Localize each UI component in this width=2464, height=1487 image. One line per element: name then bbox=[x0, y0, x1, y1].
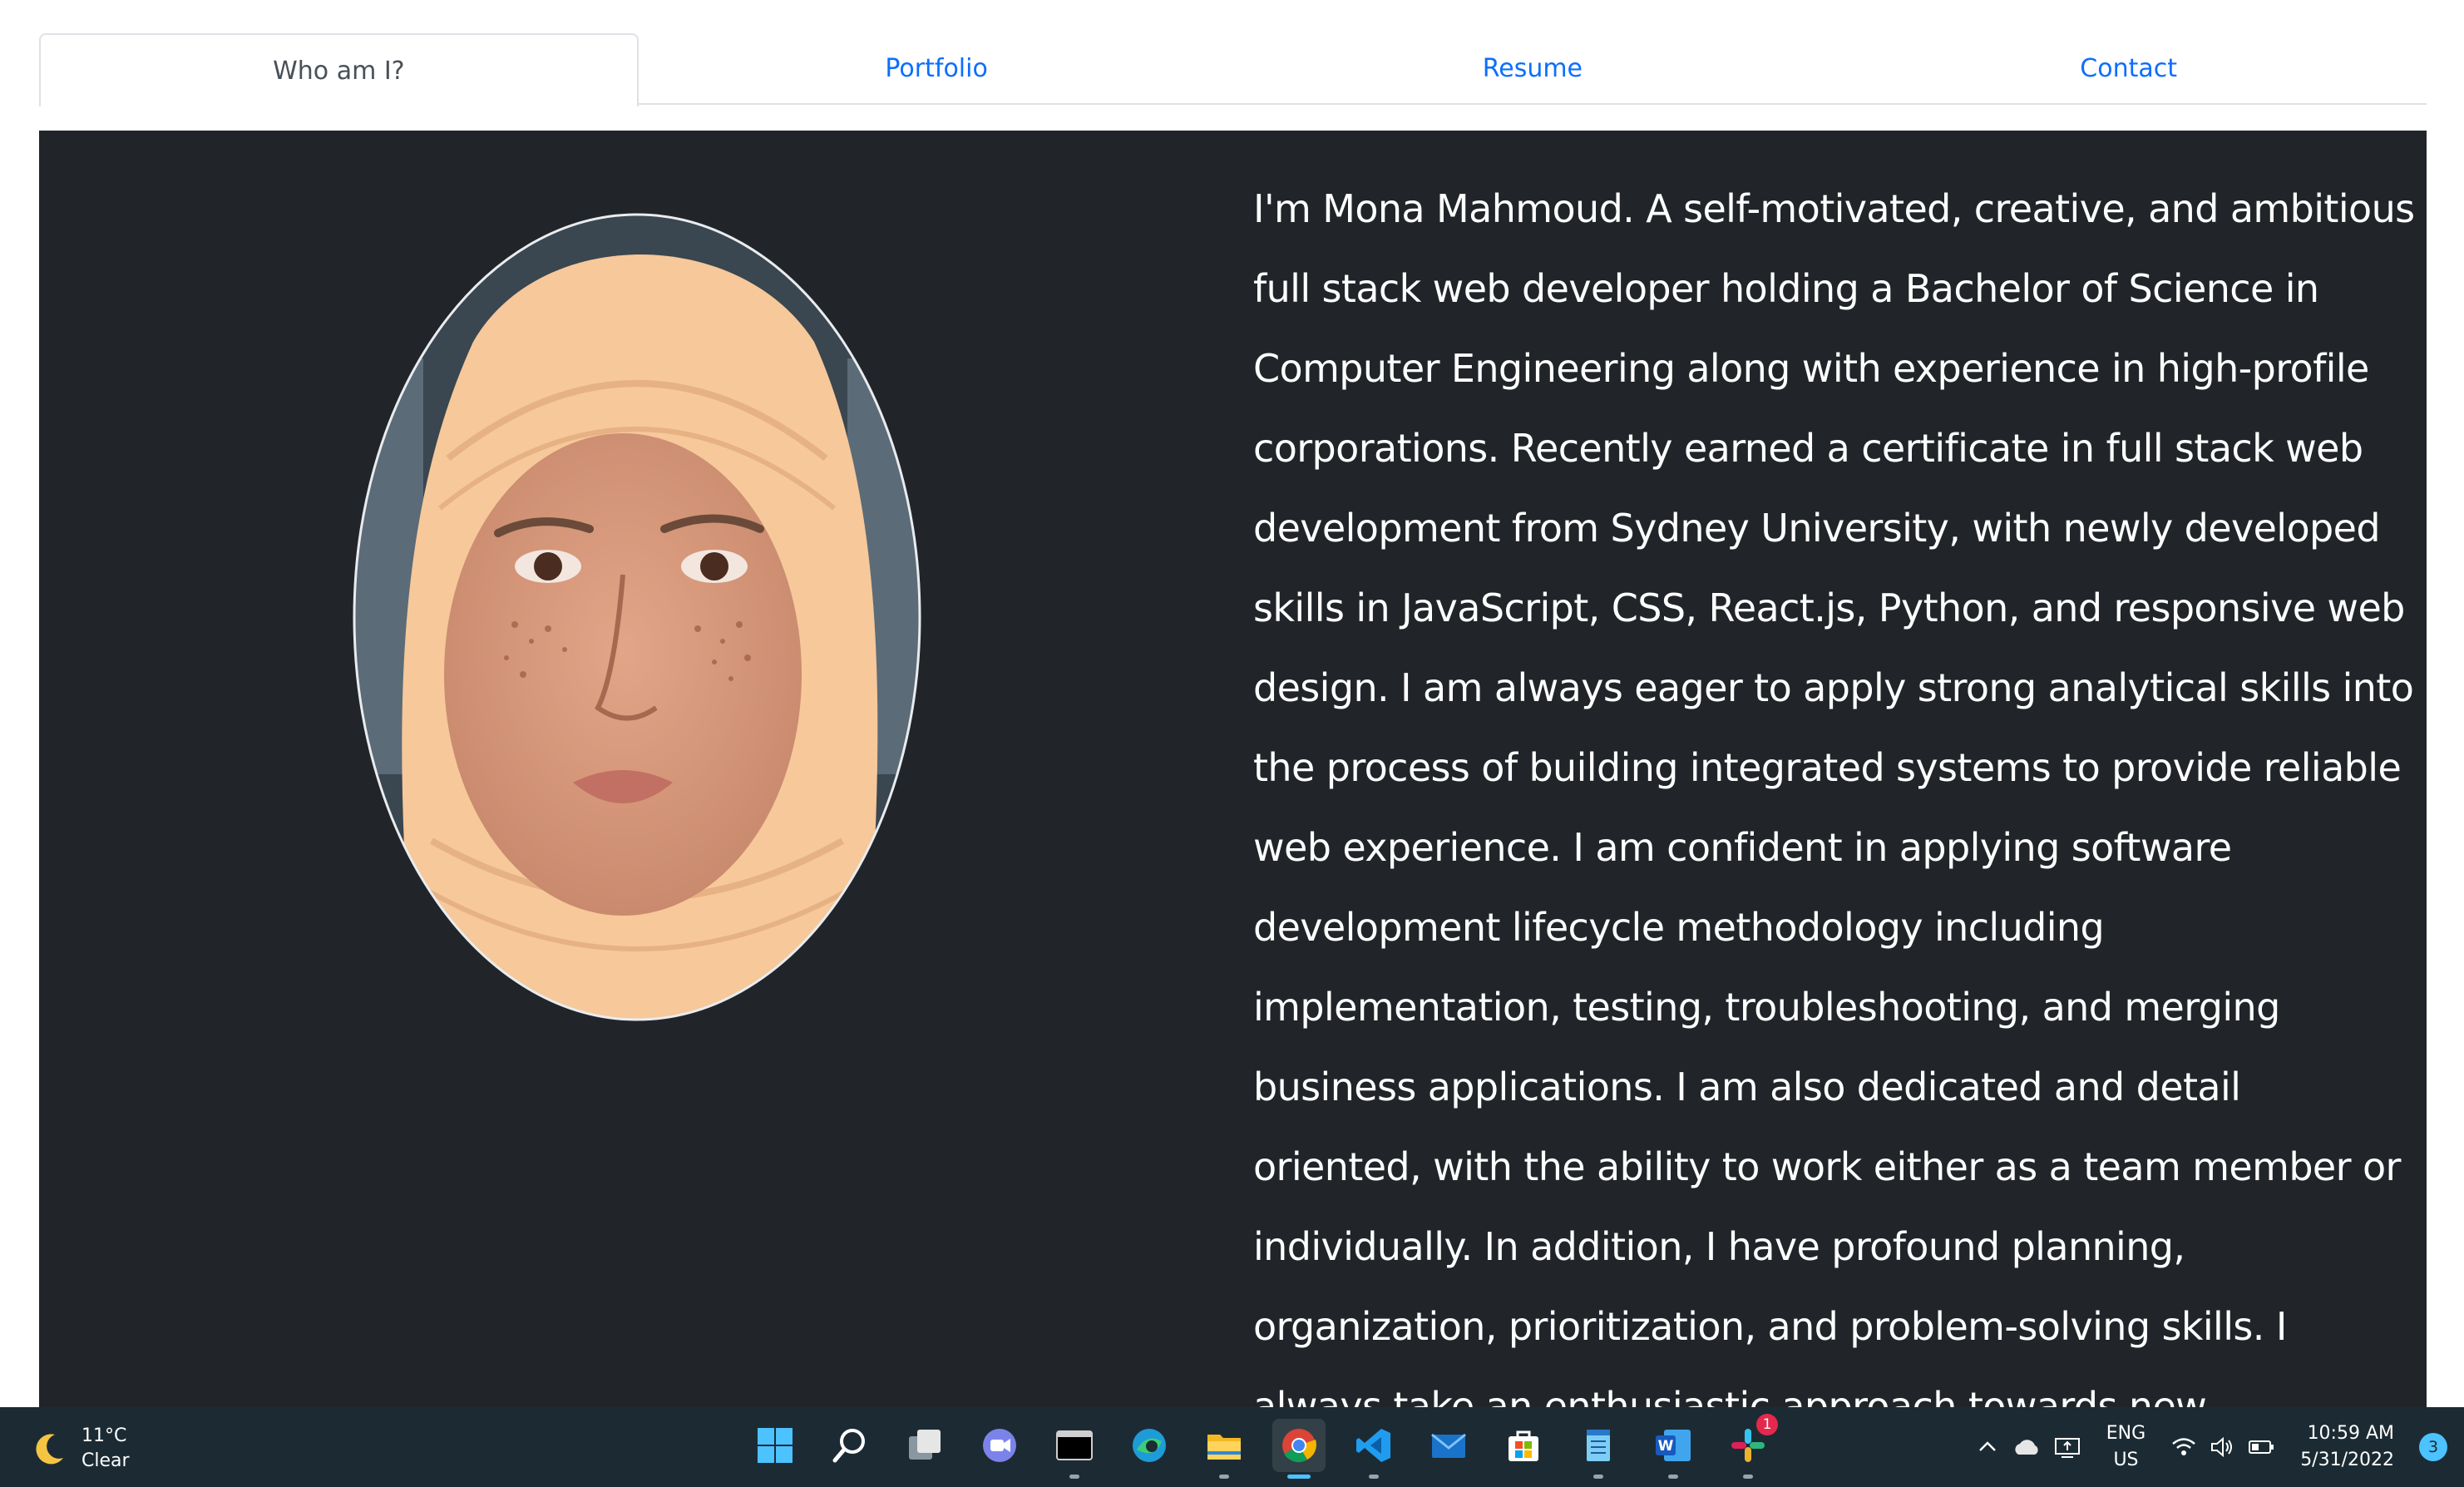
language-region: US bbox=[2113, 1450, 2139, 1470]
clock[interactable]: 10:59 AM 5/31/2022 bbox=[2300, 1420, 2394, 1474]
weather-condition: Clear bbox=[81, 1450, 130, 1471]
vscode-button[interactable] bbox=[1347, 1419, 1400, 1479]
tab-portfolio[interactable]: Portfolio bbox=[639, 33, 1235, 103]
file-explorer-icon bbox=[1207, 1435, 1241, 1460]
moon-icon bbox=[36, 1434, 63, 1465]
running-indicator bbox=[1369, 1475, 1379, 1479]
search-icon bbox=[832, 1429, 865, 1463]
volume-icon bbox=[2211, 1436, 2233, 1458]
windows-taskbar: 11°C Clear W 1 ENG US 10:59 AM 5/31/2022… bbox=[0, 1407, 2464, 1487]
clock-date: 5/31/2022 bbox=[2300, 1450, 2394, 1470]
mail-icon bbox=[1431, 1433, 1466, 1458]
notepad-icon bbox=[1587, 1430, 1610, 1461]
chrome-icon bbox=[1282, 1429, 1316, 1463]
vscode-icon bbox=[1356, 1429, 1390, 1462]
notification-center-badge[interactable]: 3 bbox=[2419, 1433, 2447, 1461]
notepad-button[interactable] bbox=[1572, 1419, 1625, 1479]
onedrive-cloud-icon[interactable] bbox=[2012, 1435, 2042, 1460]
running-indicator bbox=[1743, 1475, 1753, 1479]
profile-photo-illustration bbox=[353, 213, 921, 1021]
terminal-icon bbox=[1056, 1430, 1093, 1460]
wifi-icon bbox=[2172, 1438, 2195, 1455]
word-icon: W bbox=[1656, 1430, 1691, 1461]
file-explorer-button[interactable] bbox=[1197, 1419, 1251, 1479]
mail-button[interactable] bbox=[1422, 1419, 1475, 1472]
active-indicator bbox=[1287, 1475, 1311, 1479]
about-panel: I'm Mona Mahmoud. A self-motivated, crea… bbox=[39, 131, 2427, 1407]
task-view-icon bbox=[909, 1430, 941, 1460]
running-indicator bbox=[1668, 1475, 1678, 1479]
notification-badge: 1 bbox=[1756, 1414, 1778, 1435]
terminal-button[interactable] bbox=[1048, 1419, 1101, 1479]
taskbar-apps: W 1 bbox=[748, 1414, 1778, 1479]
search-button[interactable] bbox=[823, 1419, 876, 1472]
running-indicator bbox=[1069, 1475, 1079, 1479]
tray-icons bbox=[1975, 1435, 2081, 1460]
tab-resume[interactable]: Resume bbox=[1235, 33, 1831, 103]
tab-contact[interactable]: Contact bbox=[1830, 33, 2427, 103]
chat-button[interactable] bbox=[973, 1419, 1026, 1472]
display-icon[interactable] bbox=[2053, 1435, 2081, 1460]
weather-widget[interactable]: 11°C Clear bbox=[30, 1424, 130, 1474]
svg-text:W: W bbox=[1658, 1438, 1674, 1455]
edge-icon bbox=[1133, 1429, 1166, 1462]
weather-temp: 11°C bbox=[81, 1425, 127, 1446]
battery-icon bbox=[2249, 1440, 2274, 1454]
start-button[interactable] bbox=[748, 1419, 802, 1472]
clock-time: 10:59 AM bbox=[2307, 1423, 2394, 1444]
running-indicator bbox=[1593, 1475, 1603, 1479]
word-button[interactable]: W bbox=[1647, 1419, 1700, 1479]
profile-photo bbox=[348, 209, 926, 1025]
store-icon bbox=[1509, 1430, 1538, 1461]
teams-chat-icon bbox=[983, 1429, 1016, 1462]
quick-settings[interactable] bbox=[2170, 1435, 2275, 1460]
nav-tabs: Who am I? Portfolio Resume Contact bbox=[39, 33, 2427, 106]
language-indicator[interactable]: ENG US bbox=[2106, 1420, 2146, 1474]
edge-button[interactable] bbox=[1123, 1419, 1176, 1472]
slack-button[interactable]: 1 bbox=[1721, 1414, 1778, 1479]
language-code: ENG bbox=[2106, 1423, 2146, 1444]
start-icon bbox=[758, 1428, 793, 1463]
store-button[interactable] bbox=[1497, 1419, 1550, 1472]
task-view-button[interactable] bbox=[898, 1419, 951, 1472]
running-indicator bbox=[1219, 1475, 1229, 1479]
tab-who-am-i[interactable]: Who am I? bbox=[39, 33, 639, 106]
chevron-up-icon[interactable] bbox=[1975, 1435, 2000, 1460]
chrome-button[interactable] bbox=[1272, 1419, 1326, 1479]
bio-paragraph: I'm Mona Mahmoud. A self-motivated, crea… bbox=[1253, 186, 2415, 1407]
system-tray: ENG US 10:59 AM 5/31/2022 3 bbox=[1975, 1407, 2464, 1487]
